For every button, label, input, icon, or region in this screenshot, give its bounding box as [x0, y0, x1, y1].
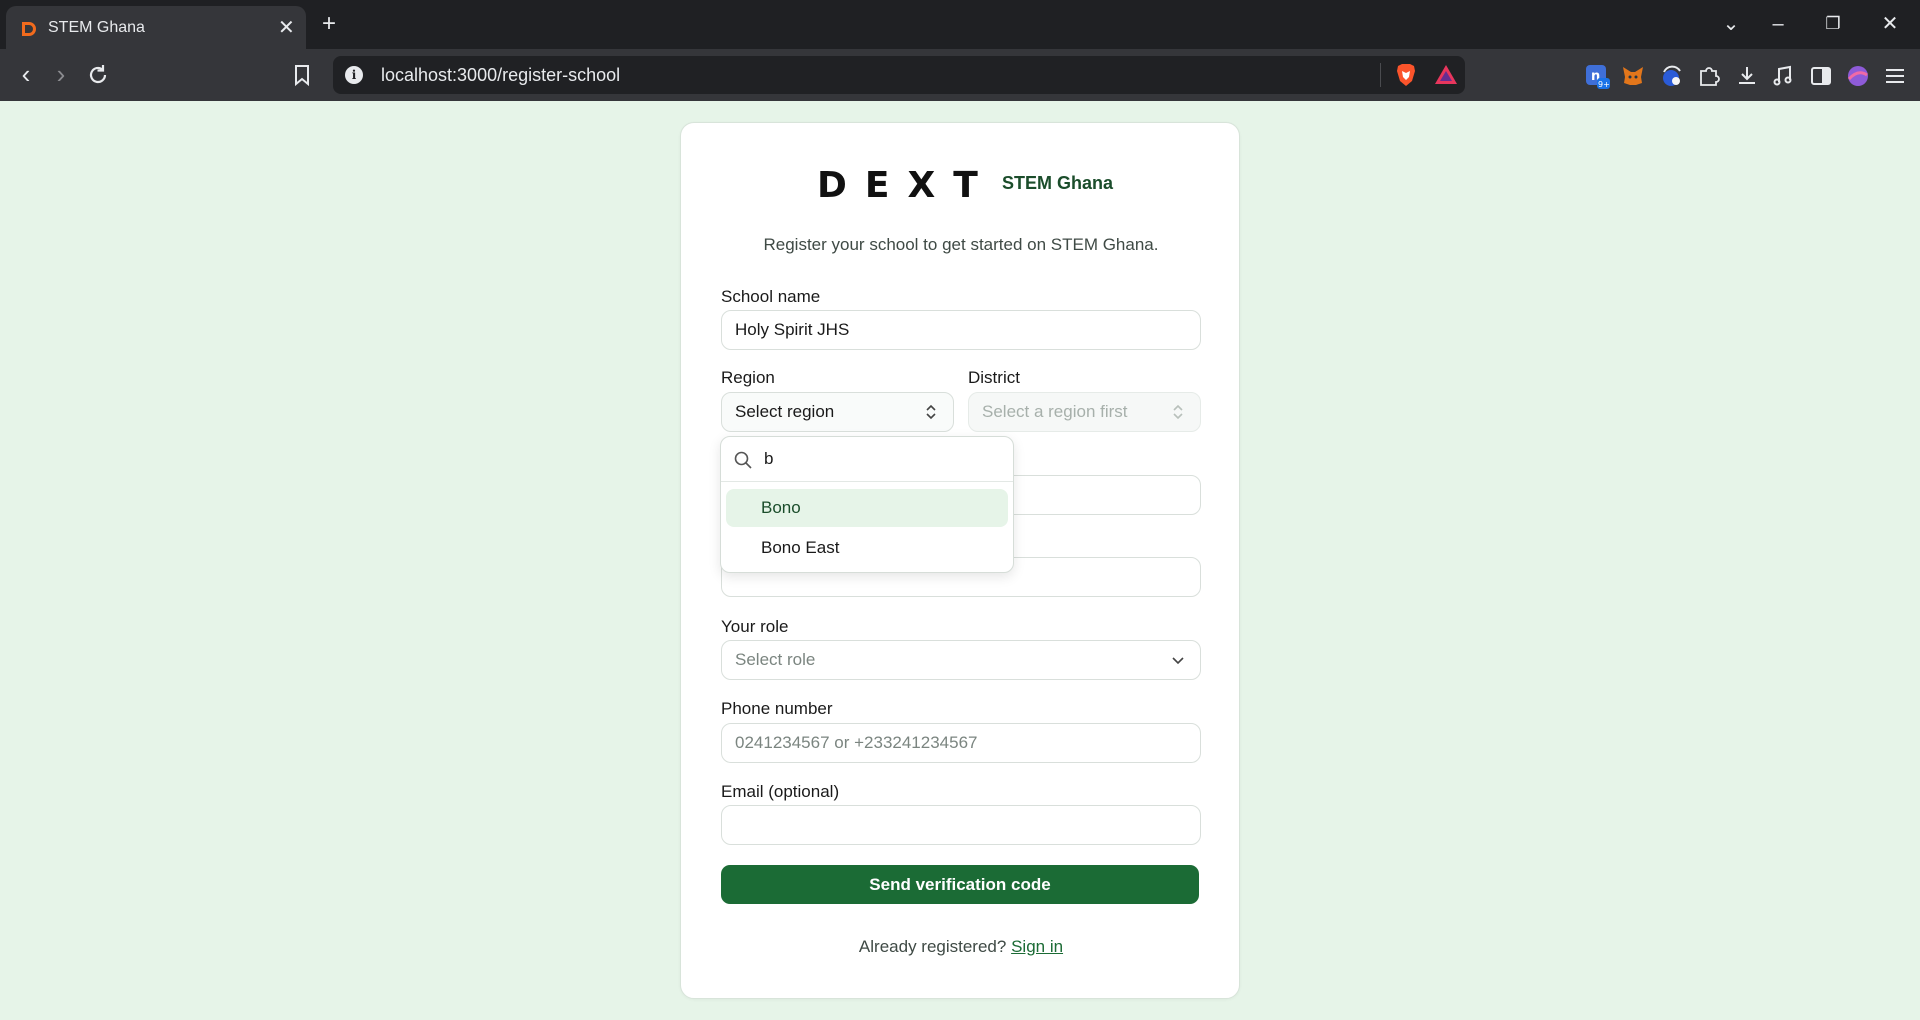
dext-logo: DEXT [817, 165, 996, 206]
address-bar[interactable]: i localhost:3000/register-school [333, 56, 1465, 94]
chevron-up-down-icon [1173, 404, 1183, 420]
browser-tab[interactable]: STEM Ghana ✕ [6, 6, 306, 49]
phone-label: Phone number [721, 699, 833, 718]
sidebar-toggle-icon[interactable] [1808, 63, 1834, 89]
region-dropdown: b Bono Bono East [720, 436, 1014, 573]
dext-favicon-icon [22, 22, 36, 36]
region-select[interactable]: Select region [721, 392, 954, 432]
browser-menu-icon[interactable] [1882, 63, 1908, 89]
forward-icon[interactable]: › [47, 61, 75, 89]
already-registered-text: Already registered? [858, 937, 1007, 956]
district-select-placeholder: Select a region first [982, 402, 1128, 421]
school-name-input[interactable]: Holy Spirit JHS [721, 310, 1201, 350]
brave-rewards-icon[interactable] [1433, 62, 1459, 88]
region-option-bono[interactable]: Bono [726, 489, 1008, 527]
brave-shields-icon[interactable] [1393, 62, 1419, 88]
region-label: Region [721, 368, 775, 387]
role-label: Your role [721, 617, 789, 636]
downloads-icon[interactable] [1734, 63, 1760, 89]
back-icon[interactable]: ‹ [12, 61, 40, 89]
minimize-icon[interactable]: – [1766, 12, 1790, 36]
region-select-value: Select region [735, 402, 835, 421]
omnibox-divider [1380, 63, 1381, 87]
brand-subtitle: STEM Ghana [1002, 173, 1114, 193]
url-text: localhost:3000/register-school [381, 65, 621, 85]
tab-close-icon[interactable]: ✕ [278, 18, 295, 38]
email-label: Email (optional) [721, 782, 840, 801]
site-info-icon[interactable]: i [345, 66, 363, 84]
intro-text: Register your school to get started on S… [763, 235, 1159, 254]
role-select-placeholder: Select role [735, 650, 816, 669]
extension-cloud-icon[interactable] [1658, 63, 1684, 89]
search-icon [734, 451, 752, 469]
school-name-label: School name [721, 287, 821, 306]
reload-icon[interactable] [86, 63, 110, 87]
svg-text:9+: 9+ [1598, 80, 1610, 89]
profile-avatar-icon[interactable] [1845, 63, 1871, 89]
extensions-puzzle-icon[interactable] [1696, 63, 1722, 89]
phone-input[interactable]: 0241234567 or +233241234567 [721, 723, 1201, 763]
close-window-icon[interactable]: ✕ [1878, 12, 1902, 36]
browser-tab-bar: STEM Ghana ✕ + ⌄ – ❐ ✕ [0, 0, 1920, 49]
tab-search-icon[interactable]: ⌄ [1719, 12, 1743, 36]
region-search-input[interactable]: b [764, 449, 773, 469]
bookmark-icon[interactable] [290, 63, 314, 87]
footer-prompt: Already registered? Sign in [681, 937, 1241, 957]
email-input[interactable] [721, 805, 1201, 845]
chevron-up-down-icon [926, 404, 936, 420]
region-search-box[interactable]: b [721, 437, 1013, 482]
new-tab-icon[interactable]: + [322, 12, 336, 36]
restore-icon[interactable]: ❐ [1821, 12, 1845, 36]
district-label: District [968, 368, 1020, 387]
chevron-down-icon [1172, 657, 1184, 665]
extension-notifications-icon[interactable]: n 9+ [1584, 63, 1610, 89]
sign-in-link[interactable]: Sign in [1011, 937, 1063, 956]
district-select[interactable]: Select a region first [968, 392, 1201, 432]
send-verification-code-button[interactable]: Send verification code [721, 865, 1199, 904]
region-option-bono-east[interactable]: Bono East [726, 529, 1008, 567]
tab-title: STEM Ghana [48, 19, 145, 36]
role-select[interactable]: Select role [721, 640, 1201, 680]
metamask-fox-icon[interactable] [1620, 63, 1646, 89]
media-controls-icon[interactable] [1770, 63, 1796, 89]
